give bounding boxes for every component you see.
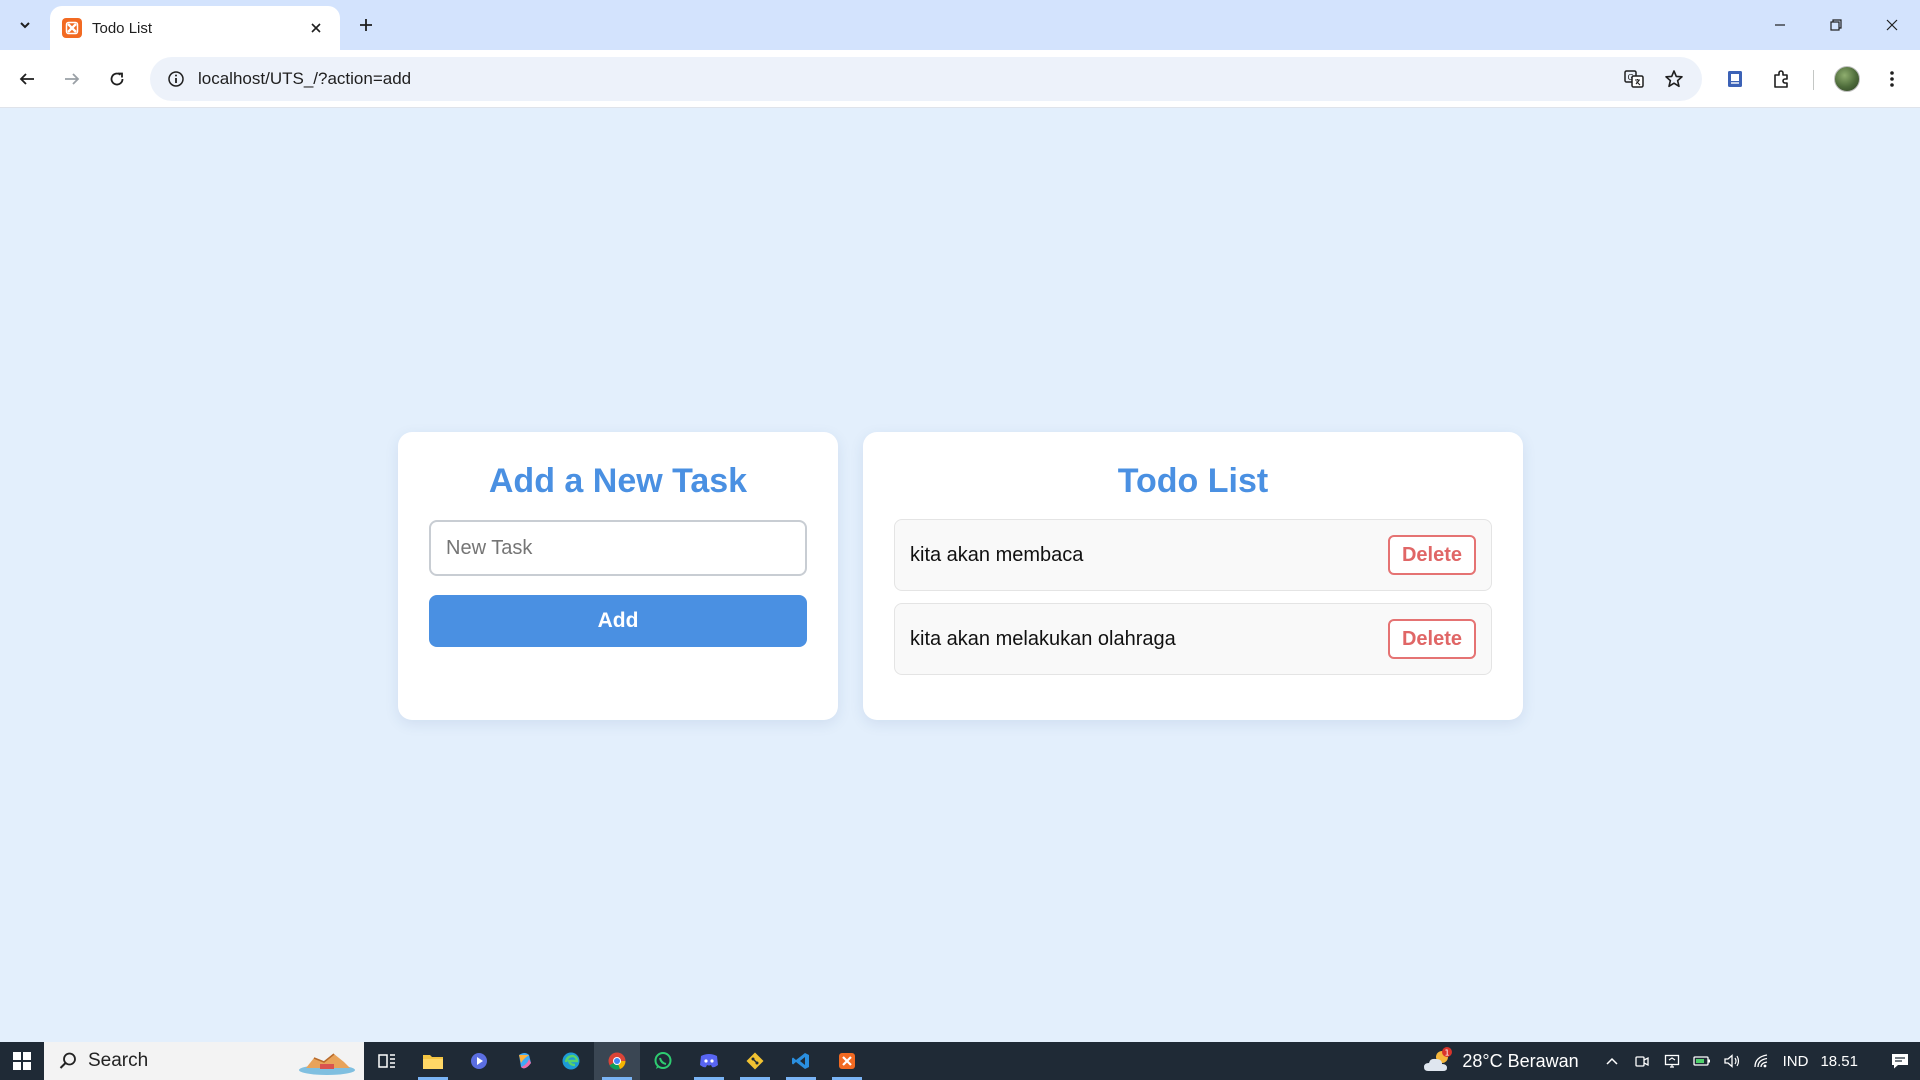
minimize-button[interactable]: [1752, 0, 1808, 50]
toolbar-divider: [1813, 70, 1814, 90]
plus-icon: [360, 19, 372, 31]
edge-icon: [562, 1052, 580, 1070]
delete-button[interactable]: Delete: [1388, 619, 1476, 659]
taskbar-edge[interactable]: [548, 1042, 594, 1080]
arrow-right-icon: [65, 73, 80, 85]
todo-text: kita akan melakukan olahraga: [910, 627, 1176, 650]
volume-icon[interactable]: [1717, 1042, 1747, 1080]
close-window-button[interactable]: [1864, 0, 1920, 50]
vscode-icon: [792, 1053, 809, 1069]
address-bar[interactable]: localhost/UTS_/?action=add G: [150, 57, 1702, 101]
file-explorer-icon: [423, 1055, 443, 1069]
media-player-icon: [471, 1053, 487, 1069]
system-tray: 1 28°C Berawan IND 18.51: [1422, 1042, 1920, 1080]
git-icon: [746, 1052, 764, 1070]
tab-search-button[interactable]: [10, 10, 40, 40]
chrome-icon: [608, 1052, 626, 1070]
start-button[interactable]: [0, 1042, 44, 1080]
profile-avatar[interactable]: [1829, 61, 1865, 97]
add-task-card: Add a New Task Add: [398, 432, 838, 720]
taskbar-media-player[interactable]: [456, 1042, 502, 1080]
chevron-up-icon: [1606, 1057, 1618, 1065]
taskbar-search-box[interactable]: Search: [44, 1042, 364, 1080]
reading-list-icon[interactable]: [1717, 61, 1753, 97]
new-tab-button[interactable]: [352, 11, 380, 39]
input-language[interactable]: IND: [1783, 1053, 1809, 1070]
extensions-icon[interactable]: [1763, 61, 1799, 97]
list-item: kita akan melakukan olahraga Delete: [894, 603, 1492, 675]
more-vertical-icon: [1890, 71, 1894, 87]
task-view-icon: [378, 1054, 395, 1068]
search-icon: [59, 1052, 76, 1069]
chevron-down-icon: [20, 22, 30, 29]
xampp-icon: [839, 1053, 855, 1069]
restore-icon: [1830, 19, 1842, 31]
copilot-icon: [519, 1053, 531, 1069]
todo-list-heading: Todo List: [1117, 462, 1269, 500]
reload-button[interactable]: [101, 63, 133, 95]
search-highlight-icon: [299, 1053, 355, 1075]
browser-tab-bar: Todo List: [0, 0, 1920, 50]
whatsapp-icon: [654, 1052, 672, 1069]
taskbar-xampp[interactable]: [824, 1042, 870, 1080]
restore-button[interactable]: [1808, 0, 1864, 50]
windows-taskbar: Search 1 28°C Berawan IND 18.51: [0, 1042, 1920, 1080]
taskbar-discord[interactable]: [686, 1042, 732, 1080]
notification-center-button[interactable]: [1880, 1042, 1920, 1080]
taskbar-file-explorer[interactable]: [410, 1042, 456, 1080]
taskbar-git[interactable]: [732, 1042, 778, 1080]
delete-button[interactable]: Delete: [1388, 535, 1476, 575]
windows-logo-icon: [13, 1052, 31, 1070]
taskbar-whatsapp[interactable]: [640, 1042, 686, 1080]
add-task-heading: Add a New Task: [488, 462, 748, 500]
url-text[interactable]: localhost/UTS_/?action=add: [198, 69, 1614, 89]
tab-close-icon[interactable]: [304, 16, 328, 40]
todo-list-card: Todo List kita akan membaca Delete kita …: [863, 432, 1523, 720]
remote-desktop-icon[interactable]: [1657, 1042, 1687, 1080]
taskbar-task-view[interactable]: [364, 1042, 410, 1080]
taskbar-search-label: Search: [88, 1050, 149, 1071]
notification-icon: [1892, 1054, 1908, 1069]
show-hidden-icons-button[interactable]: [1597, 1042, 1627, 1080]
browser-toolbar: localhost/UTS_/?action=add G: [0, 50, 1920, 108]
window-controls: [1752, 0, 1920, 50]
wifi-icon[interactable]: [1747, 1042, 1777, 1080]
meet-now-icon[interactable]: [1627, 1042, 1657, 1080]
weather-widget[interactable]: 1 28°C Berawan: [1422, 1047, 1579, 1075]
taskbar-vscode[interactable]: [778, 1042, 824, 1080]
xampp-icon: [62, 18, 82, 38]
battery-icon[interactable]: [1687, 1042, 1717, 1080]
discord-icon: [700, 1054, 718, 1068]
list-item: kita akan membaca Delete: [894, 519, 1492, 591]
reload-icon: [110, 72, 124, 86]
arrow-left-icon: [19, 73, 34, 85]
taskbar-copilot[interactable]: [502, 1042, 548, 1080]
tab-title: Todo List: [92, 19, 153, 37]
site-info-icon[interactable]: [154, 57, 198, 101]
weather-badge: 1: [1445, 1049, 1450, 1058]
minimize-icon: [1775, 24, 1785, 26]
browser-tab[interactable]: Todo List: [50, 6, 340, 50]
star-icon[interactable]: [1654, 59, 1694, 99]
back-button[interactable]: [11, 63, 43, 95]
todo-text: kita akan membaca: [910, 543, 1084, 566]
translate-icon[interactable]: G: [1614, 59, 1654, 99]
taskbar-chrome[interactable]: [594, 1042, 640, 1080]
weather-text: 28°C Berawan: [1462, 1050, 1579, 1071]
close-icon: [1886, 19, 1898, 31]
cloudy-weather-icon: 1: [1424, 1047, 1453, 1071]
forward-button[interactable]: [56, 63, 88, 95]
browser-menu-button[interactable]: [1874, 61, 1910, 97]
add-button[interactable]: Add: [429, 595, 807, 647]
clock[interactable]: 18.51: [1820, 1053, 1858, 1070]
new-task-input[interactable]: [429, 520, 807, 576]
avatar: [1834, 66, 1860, 92]
